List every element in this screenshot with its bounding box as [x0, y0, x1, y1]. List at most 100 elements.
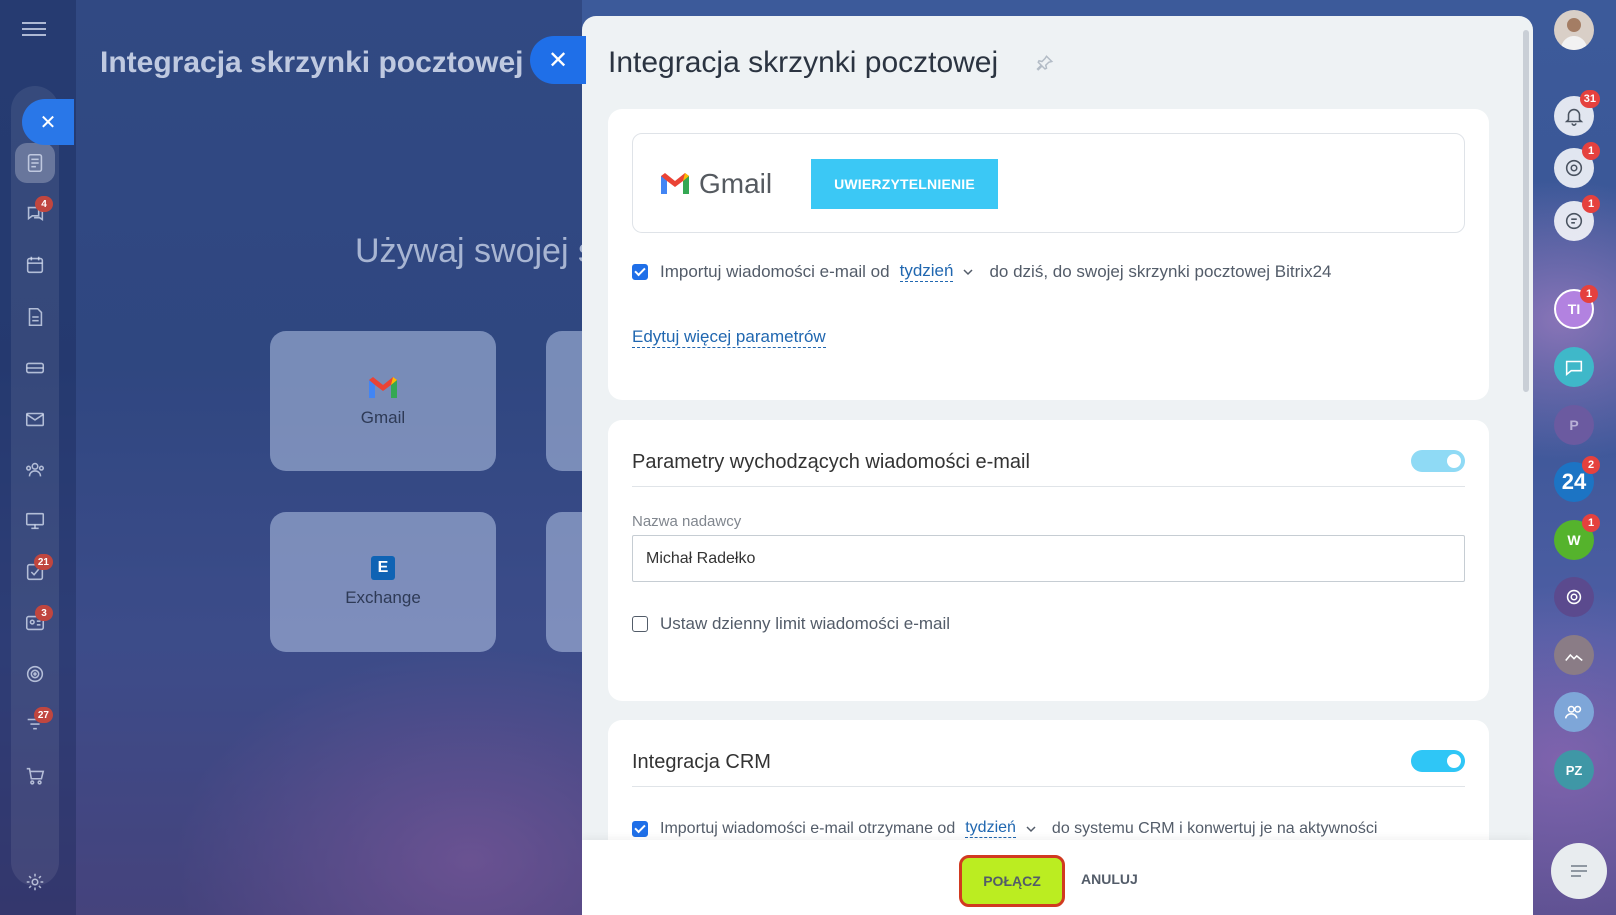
import-checkbox[interactable] — [632, 263, 648, 280]
open-chat-button[interactable] — [1551, 843, 1607, 899]
target-icon[interactable] — [15, 654, 55, 694]
contacts-icon[interactable]: 3 — [15, 603, 55, 643]
bitrix24-label: 24 — [1561, 469, 1587, 494]
exchange-icon: E — [371, 556, 395, 580]
sender-name-label: Nazwa nadawcy — [632, 513, 742, 530]
gmail-tile[interactable]: Gmail — [270, 331, 496, 471]
crm-import-text-before: Importuj wiadomości e-mail otrzymane od — [660, 819, 956, 837]
photo-icon — [1565, 653, 1583, 662]
gmail-card: Gmail UWIERZYTELNIENIE Importuj wiadomoś… — [608, 109, 1489, 400]
openline-icon — [1566, 589, 1582, 605]
rail-item-2[interactable]: 1 — [1554, 142, 1600, 188]
notifications-button[interactable]: 31 — [1554, 90, 1600, 136]
contact-pz-initials: PZ — [1565, 762, 1583, 778]
daily-limit-row: Ustaw dzienny limit wiadomości e-mail — [632, 614, 950, 634]
menu-icon[interactable] — [22, 18, 46, 38]
divider — [632, 486, 1465, 487]
rail-group-users[interactable] — [1554, 692, 1594, 732]
contact-ti-badge: 1 — [1580, 285, 1598, 303]
crm-toggle[interactable] — [1411, 750, 1465, 772]
daily-limit-label: Ustaw dzienny limit wiadomości e-mail — [660, 614, 951, 633]
settings-gear-icon[interactable] — [15, 862, 55, 902]
daily-limit-checkbox[interactable] — [632, 616, 648, 632]
crm-period-select[interactable]: tydzień — [965, 819, 1016, 838]
funnel-icon[interactable]: 27 — [15, 705, 55, 745]
tasks-icon[interactable]: 21 — [15, 552, 55, 592]
drive-icon[interactable] — [15, 348, 55, 388]
exchange-tile-label: Exchange — [345, 588, 421, 607]
divider — [632, 786, 1465, 787]
outgoing-card: Parametry wychodzących wiadomości e-mail… — [608, 420, 1489, 701]
contact-p-initials: P — [1569, 417, 1579, 433]
employees-icon[interactable] — [15, 450, 55, 490]
chat-sync-icon — [1565, 212, 1583, 230]
document-icon[interactable] — [15, 297, 55, 337]
crm-import-text-after: do systemu CRM i konwertuj je na aktywno… — [1051, 819, 1378, 837]
user-avatar[interactable] — [1554, 10, 1594, 50]
rail-item-openline[interactable] — [1554, 577, 1594, 617]
contact-w-badge: 1 — [1582, 514, 1600, 532]
crm-import-row: Importuj wiadomości e-mail otrzymane od … — [632, 819, 1377, 838]
calendar-icon[interactable] — [15, 245, 55, 285]
authenticate-button[interactable]: UWIERZYTELNIENIE — [811, 159, 998, 209]
close-icon: ✕ — [547, 46, 569, 74]
rail-group-photo[interactable] — [1554, 635, 1594, 675]
feed-icon[interactable] — [15, 143, 55, 183]
contact-ti-initials: TI — [1567, 301, 1581, 317]
gmail-wordmark: Gmail — [699, 168, 773, 199]
close-icon: ✕ — [39, 111, 57, 134]
panel-footer: POŁĄCZ ANULUJ — [582, 840, 1533, 915]
crm-import-checkbox[interactable] — [632, 820, 648, 837]
connect-button[interactable]: POŁĄCZ — [959, 855, 1065, 907]
import-row: Importuj wiadomości e-mail od tydzień do… — [632, 261, 1332, 282]
users-icon — [1564, 705, 1582, 719]
background-page-title: Integracja skrzynki pocztowej — [100, 46, 524, 79]
contact-ti[interactable]: TI 1 — [1554, 285, 1598, 329]
sender-name-input[interactable]: Michał Radełko — [632, 535, 1465, 582]
presentation-icon[interactable] — [15, 501, 55, 541]
import-text-after: do dziś, do swojej skrzynki pocztowej Bi… — [989, 261, 1332, 281]
bitrix24-badge: 2 — [1582, 456, 1600, 474]
right-rail: 31 1 1 TI 1 P 24 2 W 1 PZ — [1533, 0, 1616, 915]
bitrix24-item[interactable]: 24 2 — [1554, 456, 1600, 502]
gmail-tile-label: Gmail — [360, 408, 406, 427]
rail-chat-item[interactable] — [1554, 347, 1594, 387]
gmail-icon — [369, 377, 397, 398]
tasks-badge: 21 — [33, 554, 53, 570]
background-close-button[interactable]: ✕ — [22, 99, 74, 145]
cancel-button[interactable]: ANULUJ — [1081, 871, 1138, 887]
panel-title: Integracja skrzynki pocztowej — [608, 46, 999, 79]
panel-scrollbar[interactable] — [1523, 30, 1529, 392]
crm-section-title: Integracja CRM — [632, 751, 771, 773]
chat-icon[interactable]: 4 — [15, 194, 55, 234]
mail-integration-panel: Integracja skrzynki pocztowej Gmail UWIE… — [582, 16, 1533, 915]
funnel-badge: 27 — [33, 707, 53, 723]
gmail-logo-icon — [661, 173, 689, 194]
mail-icon[interactable] — [15, 399, 55, 439]
pin-icon[interactable] — [1036, 54, 1054, 72]
outgoing-toggle[interactable] — [1411, 450, 1465, 472]
rail-item-3[interactable]: 1 — [1554, 195, 1600, 241]
chat-badge: 4 — [35, 196, 53, 212]
outgoing-section-title: Parametry wychodzących wiadomości e-mail — [632, 451, 1030, 473]
cart-icon[interactable] — [15, 756, 55, 796]
contact-w[interactable]: W 1 — [1554, 514, 1600, 560]
rail-item-2-badge: 1 — [1582, 142, 1600, 160]
exchange-tile[interactable]: E Exchange — [270, 512, 496, 652]
chevron-down-icon[interactable] — [1026, 824, 1036, 834]
chat-bubble-icon — [1565, 360, 1583, 376]
slider-close-button[interactable]: ✕ — [530, 36, 586, 84]
edit-more-parameters-link[interactable]: Edytuj więcej parametrów — [632, 327, 826, 348]
contacts-badge: 3 — [35, 605, 53, 621]
gmail-auth-box: Gmail UWIERZYTELNIENIE — [632, 133, 1465, 233]
background-subtitle: Używaj swojej s — [355, 232, 595, 270]
import-text-before: Importuj wiadomości e-mail od — [660, 261, 890, 281]
rail-item-3-badge: 1 — [1582, 195, 1600, 213]
target-circle-icon — [1565, 159, 1583, 177]
chevron-down-icon[interactable] — [963, 267, 973, 277]
tile-partial[interactable] — [546, 331, 586, 471]
contact-p[interactable]: P — [1554, 405, 1594, 445]
tile-partial[interactable] — [546, 512, 586, 652]
contact-pz[interactable]: PZ — [1554, 750, 1594, 790]
import-period-select[interactable]: tydzień — [899, 261, 954, 282]
